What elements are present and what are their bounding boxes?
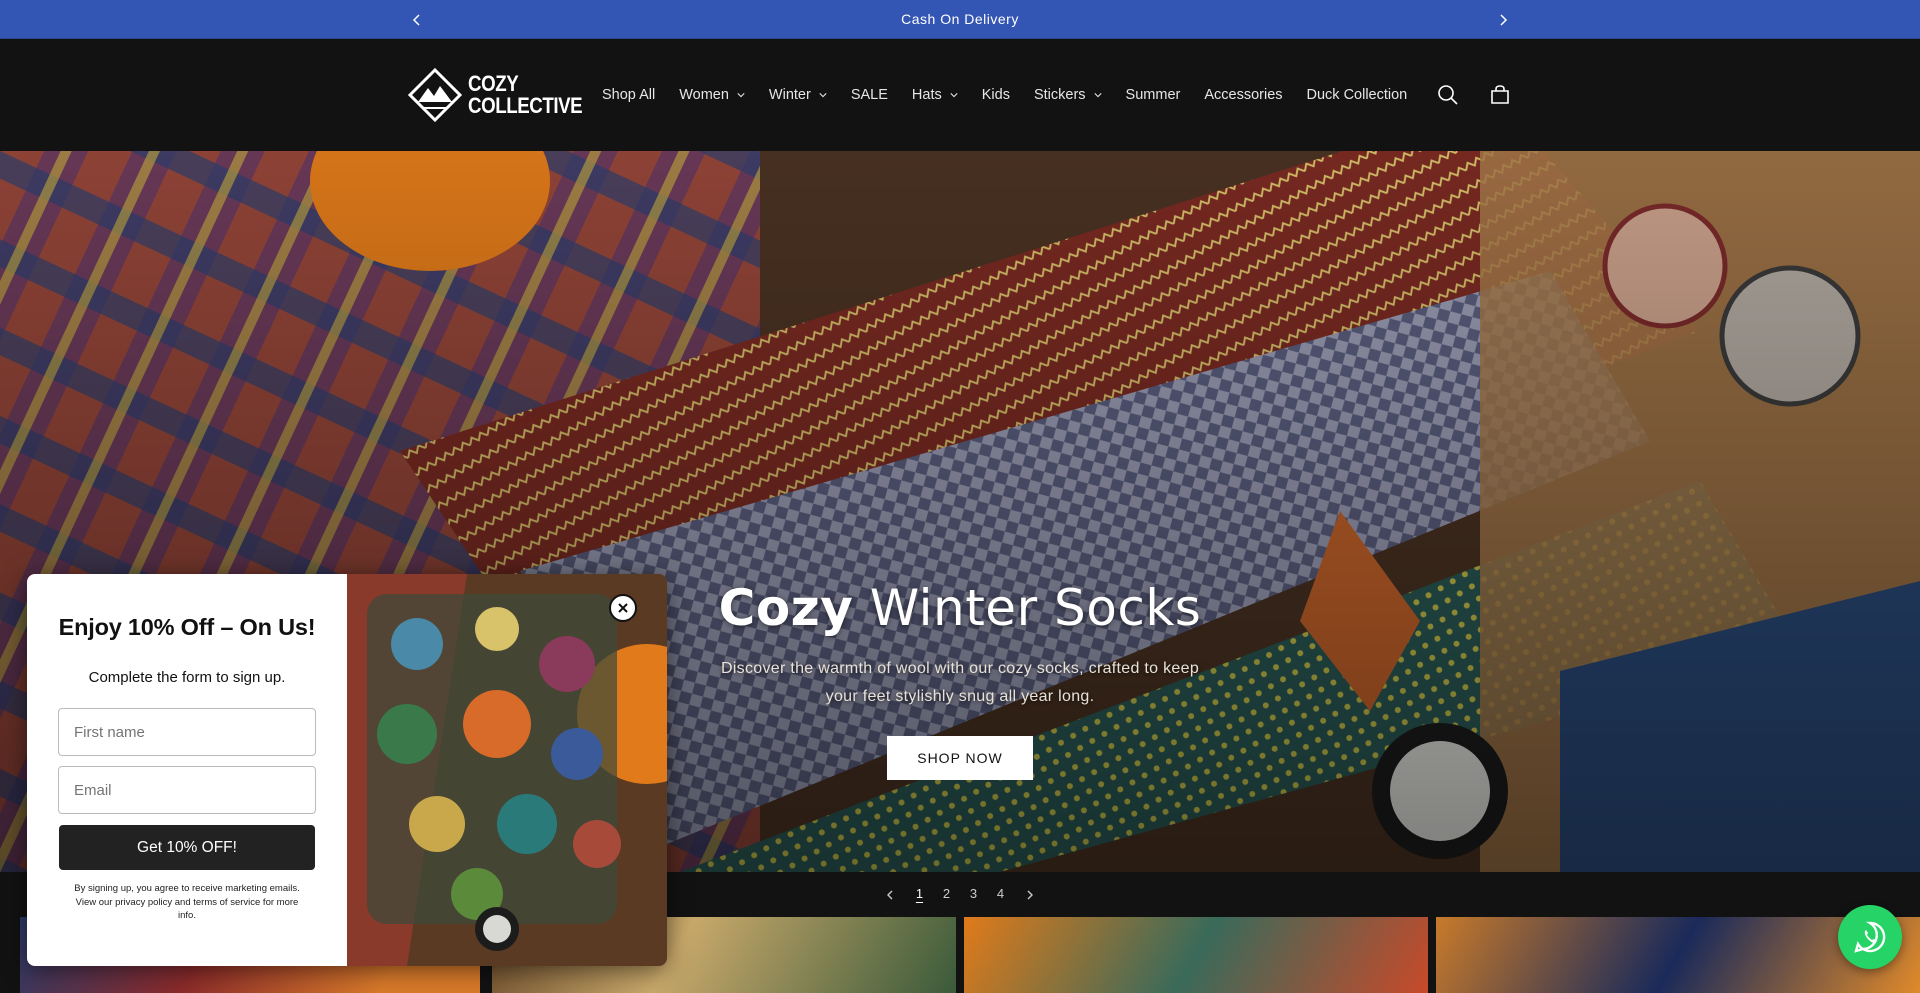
cart-button[interactable] <box>1482 77 1518 113</box>
nav-label: Kids <box>981 87 1010 103</box>
announcement-next-button[interactable] <box>1488 0 1518 39</box>
signup-form: Enjoy 10% Off – On Us! Complete the form… <box>27 574 347 966</box>
nav-winter[interactable]: Winter <box>757 87 839 103</box>
chevron-left-icon <box>412 13 420 26</box>
nav-label: Hats <box>911 87 942 103</box>
nav-duck-collection[interactable]: Duck Collection <box>1295 87 1420 103</box>
search-icon <box>1438 85 1458 105</box>
nav-label: Shop All <box>602 87 656 103</box>
close-icon <box>618 603 628 613</box>
chevron-left-icon <box>887 890 893 899</box>
nav-label: Winter <box>768 87 811 103</box>
nav-label: Women <box>679 87 729 103</box>
popup-title: Enjoy 10% Off – On Us! <box>58 614 316 640</box>
logo-line-2: COLLECTIVE <box>468 93 583 118</box>
sticker-collage-image <box>347 574 667 966</box>
chevron-down-icon <box>1093 93 1102 98</box>
nav-hats[interactable]: Hats <box>900 87 970 103</box>
signup-popup: Enjoy 10% Off – On Us! Complete the form… <box>27 574 667 966</box>
nav-stickers[interactable]: Stickers <box>1022 87 1114 103</box>
announcement-text: Cash On Delivery <box>901 11 1019 27</box>
logo-wordmark: COZY COLLECTIVE <box>468 71 583 118</box>
slide-next-button[interactable] <box>1014 880 1046 910</box>
nav-label: Duck Collection <box>1306 87 1408 103</box>
nav-label: Stickers <box>1033 87 1086 103</box>
popup-legal-text: By signing up, you agree to receive mark… <box>74 883 300 921</box>
hero-title-bold: Cozy <box>718 579 854 637</box>
get-discount-button[interactable]: Get 10% OFF! <box>59 825 315 870</box>
header-actions <box>1430 39 1518 151</box>
hero-subtitle: Discover the warmth of wool with our coz… <box>720 660 1200 705</box>
shop-now-button[interactable]: SHOP NOW <box>887 736 1033 780</box>
announcement-prev-button[interactable] <box>402 0 432 39</box>
announcement-bar: Cash On Delivery <box>0 0 1920 39</box>
chevron-down-icon <box>737 93 745 98</box>
logo-line-1: COZY <box>468 71 519 96</box>
whatsapp-chat-button[interactable] <box>1838 905 1902 969</box>
slide-page-1[interactable]: 1 <box>906 886 933 904</box>
logo[interactable]: COZY COLLECTIVE <box>408 68 602 122</box>
nav-shop-all[interactable]: Shop All <box>590 87 667 103</box>
search-button[interactable] <box>1430 77 1466 113</box>
chevron-down-icon <box>950 93 958 98</box>
popup-sticker-image <box>347 574 667 966</box>
nav-women[interactable]: Women <box>667 87 757 103</box>
whatsapp-icon <box>1854 921 1886 953</box>
nav-label: SALE <box>850 87 888 103</box>
main-nav: Shop All Women Winter SALE Hats Kids Sti… <box>590 39 1419 151</box>
nav-sale[interactable]: SALE <box>839 87 900 103</box>
popup-close-button[interactable] <box>609 594 637 622</box>
chevron-right-icon <box>1500 13 1508 26</box>
nav-kids[interactable]: Kids <box>970 87 1022 103</box>
chevron-down-icon <box>819 93 827 98</box>
site-header: COZY COLLECTIVE Shop All Women Winter SA… <box>0 39 1920 151</box>
slide-prev-button[interactable] <box>874 880 906 910</box>
chevron-right-icon <box>1027 890 1033 899</box>
nav-accessories[interactable]: Accessories <box>1192 87 1294 103</box>
slide-page-3[interactable]: 3 <box>960 886 987 904</box>
popup-subtitle: Complete the form to sign up. <box>88 669 286 686</box>
slide-page-2[interactable]: 2 <box>933 886 960 904</box>
nav-summer[interactable]: Summer <box>1114 87 1193 103</box>
logo-mountain-icon <box>408 68 462 122</box>
email-field[interactable] <box>58 766 316 814</box>
slide-page-4[interactable]: 4 <box>987 886 1014 904</box>
collection-tile[interactable] <box>964 917 1428 993</box>
nav-label: Accessories <box>1204 87 1283 103</box>
first-name-field[interactable] <box>58 708 316 756</box>
hero-title-rest: Winter Socks <box>853 579 1202 637</box>
nav-label: Summer <box>1125 87 1181 103</box>
cart-icon <box>1491 85 1509 104</box>
